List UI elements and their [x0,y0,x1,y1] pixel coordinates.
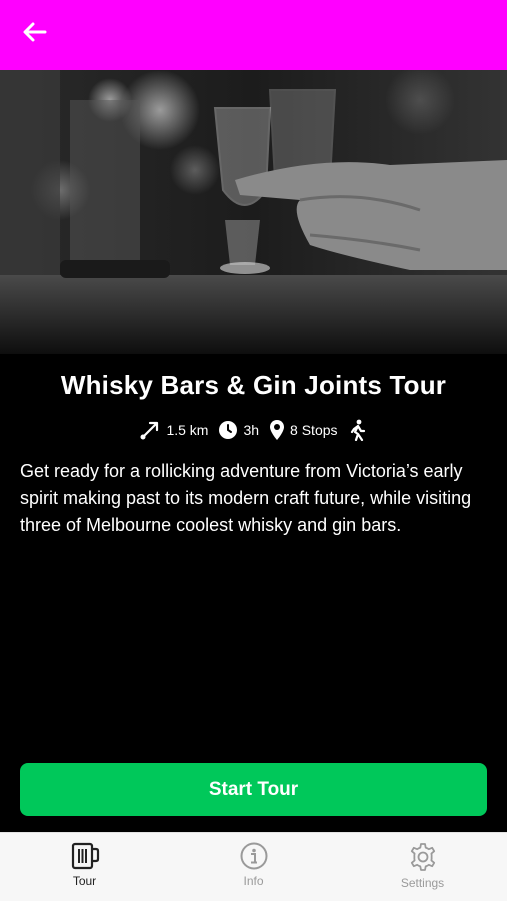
duration-value: 3h [243,422,260,438]
distance-stat: 1.5 km [139,419,208,441]
tab-tour[interactable]: Tour [0,833,169,901]
tour-description: Get ready for a rollicking adventure fro… [20,461,472,535]
clock-icon [219,421,238,439]
tab-settings-label: Settings [400,876,445,890]
tour-title: Whisky Bars & Gin Joints Tour [60,370,447,400]
walking-icon [350,419,365,441]
distance-arrow-icon [140,421,159,440]
stops-stat: 8 Stops [269,419,338,441]
stops-value: 8 Stops [290,422,338,438]
map-pin-icon [270,420,285,440]
arrow-left-icon [23,22,47,42]
beer-mug-icon [71,842,99,870]
back-button[interactable] [20,19,50,45]
tab-tour-label: Tour [72,874,97,888]
bottom-tab-bar: Tour Info Settings [0,832,507,901]
tab-settings[interactable]: Settings [338,833,507,901]
top-bar [0,0,507,70]
tab-info-label: Info [243,874,264,888]
info-icon [240,842,267,870]
distance-value: 1.5 km [166,422,209,438]
hero-image [0,70,507,354]
start-tour-button[interactable]: Start Tour [20,763,487,816]
tour-meta: 1.5 km 3h 8 Stops [0,417,507,443]
gear-icon [410,843,435,871]
mode-stat [348,419,368,441]
tab-info[interactable]: Info [169,833,338,901]
duration-stat: 3h [218,420,259,440]
